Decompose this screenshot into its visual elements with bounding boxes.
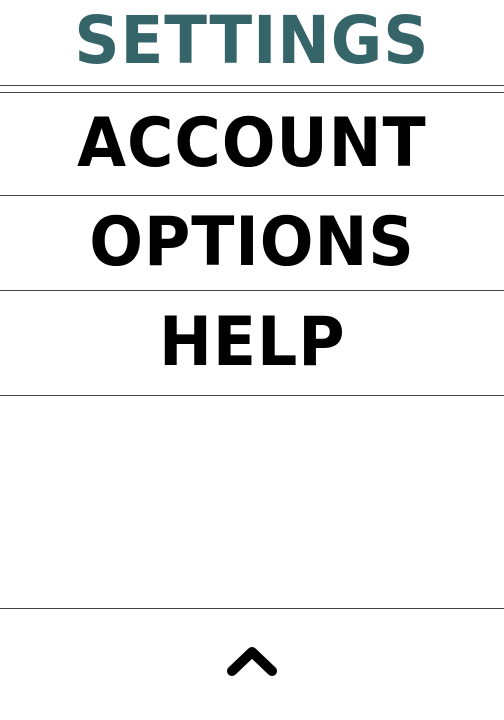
page-title: SETTINGS — [74, 1, 430, 79]
chevron-up-icon — [227, 646, 277, 676]
menu-item-options-label: OPTIONS — [89, 203, 415, 282]
menu-item-account[interactable]: ACCOUNT — [0, 93, 504, 195]
menu-item-help[interactable]: HELP — [0, 291, 504, 395]
menu-item-help-label: HELP — [158, 303, 346, 382]
menu-divider-2 — [0, 290, 504, 291]
menu-item-account-label: ACCOUNT — [77, 104, 427, 183]
settings-screen: SETTINGS ACCOUNT OPTIONS HELP — [0, 0, 504, 720]
menu-divider-1 — [0, 195, 504, 196]
footer — [0, 609, 504, 720]
menu-item-options[interactable]: OPTIONS — [0, 196, 504, 290]
menu-divider-3 — [0, 395, 504, 396]
scroll-up-button[interactable] — [222, 636, 282, 686]
header-divider-top — [0, 85, 504, 86]
header: SETTINGS — [0, 0, 504, 85]
